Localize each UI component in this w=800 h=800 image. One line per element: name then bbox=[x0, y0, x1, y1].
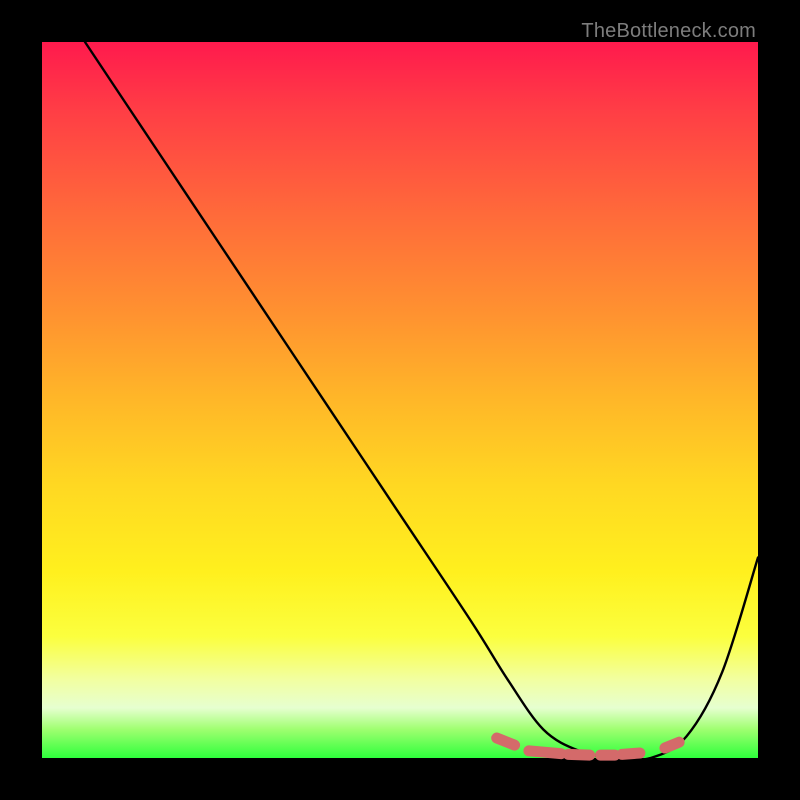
highlight-dash bbox=[665, 742, 679, 748]
bottleneck-curve bbox=[85, 42, 758, 760]
highlight-dash bbox=[529, 751, 561, 754]
highlight-dash bbox=[622, 753, 640, 754]
plot-area bbox=[42, 42, 758, 758]
highlight-dash bbox=[497, 738, 515, 745]
watermark-label: TheBottleneck.com bbox=[581, 20, 756, 43]
curve-layer bbox=[42, 42, 758, 758]
chart-frame: TheBottleneck.com bbox=[0, 0, 800, 800]
highlight-dashes bbox=[497, 738, 680, 755]
highlight-dash bbox=[568, 754, 589, 755]
